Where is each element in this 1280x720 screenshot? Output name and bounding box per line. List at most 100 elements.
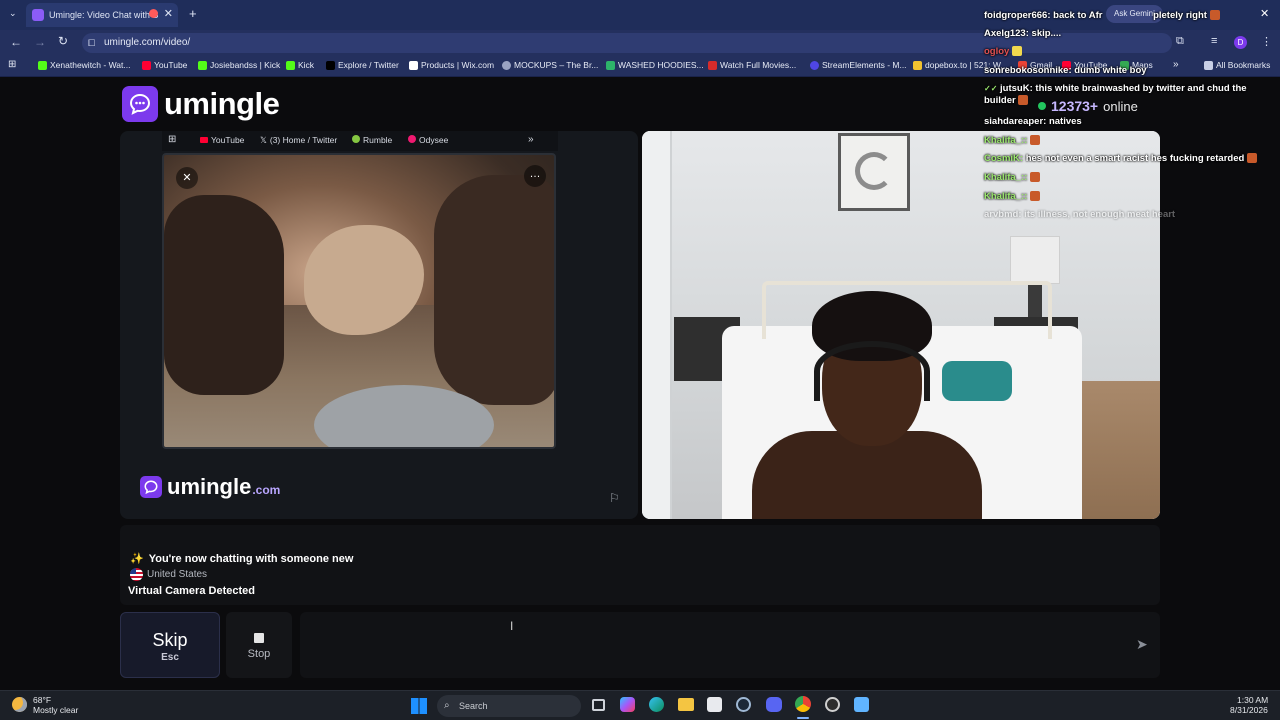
discord-icon[interactable] bbox=[766, 697, 782, 712]
chat-message: Khalifa_:: bbox=[984, 172, 1040, 184]
chat-emote-icon bbox=[1018, 95, 1029, 106]
clip-figure-left bbox=[164, 195, 284, 395]
weather-icon[interactable] bbox=[12, 697, 27, 712]
tab-list-chevron-icon[interactable]: ⌄ bbox=[9, 8, 17, 19]
chat-text: natives bbox=[1048, 116, 1082, 127]
chat-emote-icon bbox=[1209, 10, 1220, 21]
clip-figure-right bbox=[434, 175, 554, 405]
taskbar-search-placeholder: Search bbox=[459, 701, 488, 711]
kick-icon bbox=[38, 60, 47, 70]
tab-umingle[interactable]: Umingle: Video Chat with S ✕ bbox=[26, 3, 178, 27]
watermark-suffix: .com bbox=[252, 483, 281, 497]
chat-text: skip.... bbox=[1031, 28, 1062, 39]
clip-more-icon: … bbox=[524, 165, 546, 187]
odysee-icon bbox=[408, 135, 416, 143]
skip-label: Skip bbox=[152, 630, 188, 650]
clock-date: 8/31/2026 bbox=[1230, 705, 1268, 715]
clock-time: 1:30 AM bbox=[1237, 695, 1269, 705]
site-info-icon[interactable]: ⧠ bbox=[88, 33, 95, 53]
bookmark-5[interactable]: Products | Wix.com bbox=[409, 60, 494, 70]
stream-chat-overlay: foidgroper666: back to Afr pletely right… bbox=[984, 0, 1280, 230]
chat-text: hes not even a smart racist hes fucking … bbox=[1025, 153, 1245, 164]
stop-label: Stop bbox=[247, 648, 271, 660]
status-new-chat-text: You're now chatting with someone new bbox=[148, 552, 354, 565]
store-icon[interactable] bbox=[707, 697, 722, 712]
message-input[interactable]: I ➤ bbox=[300, 612, 1160, 678]
chrome-icon[interactable] bbox=[795, 696, 811, 712]
copilot-icon[interactable] bbox=[620, 697, 635, 712]
chat-emote-icon bbox=[1246, 153, 1257, 164]
stop-square-icon bbox=[254, 633, 264, 643]
bookmark-1[interactable]: YouTube bbox=[142, 60, 187, 70]
task-view-icon[interactable] bbox=[592, 699, 605, 711]
chat-message: siahdareaper: natives bbox=[984, 116, 1082, 128]
windows-start-icon[interactable] bbox=[411, 698, 427, 714]
headphones bbox=[814, 341, 930, 401]
app-icon[interactable] bbox=[854, 697, 869, 712]
chat-text: its illness, not enough meat heart bbox=[1024, 209, 1176, 220]
text-cursor-icon: I bbox=[510, 619, 514, 633]
lamp bbox=[1010, 236, 1060, 284]
chat-status-panel: ✨ You're now chatting with someone new U… bbox=[120, 525, 1160, 605]
tab-title: Umingle: Video Chat with S bbox=[49, 10, 159, 20]
bookmark-7[interactable]: WASHED HOODIES... bbox=[606, 60, 704, 70]
mini-tab-twitter: 𝕏 (3) Home / Twitter bbox=[260, 135, 338, 145]
x-twitter-icon bbox=[326, 60, 335, 70]
report-flag-icon[interactable]: ⚐ bbox=[609, 491, 620, 505]
mini-overflow-icon: » bbox=[528, 134, 534, 145]
stop-button[interactable]: Stop bbox=[226, 612, 292, 678]
chat-username: Khalifa_:: bbox=[984, 172, 1028, 183]
bookmark-6[interactable]: MOCKUPS – The Br... bbox=[502, 60, 598, 70]
bookmark-0[interactable]: Xenathewitch - Wat... bbox=[38, 60, 130, 70]
embedded-clip: ✕ … bbox=[162, 153, 556, 449]
country-text: United States bbox=[147, 569, 208, 580]
bookmark-9[interactable]: StreamElements - M... bbox=[810, 60, 907, 70]
chat-username: jutsuK: bbox=[1000, 83, 1033, 94]
chat-username: ogloy bbox=[984, 46, 1010, 57]
mini-tab-odysee: Odysee bbox=[408, 135, 448, 145]
status-country: United States bbox=[130, 568, 207, 581]
rumble-icon bbox=[352, 135, 360, 143]
send-icon[interactable]: ➤ bbox=[1136, 636, 1148, 653]
steam-icon[interactable] bbox=[736, 697, 751, 712]
screen-share-bar: ⊞ YouTube 𝕏 (3) Home / Twitter Rumble Ody… bbox=[162, 131, 558, 151]
watermark-text: umingle bbox=[167, 474, 252, 499]
bookmark-4[interactable]: Explore / Twitter bbox=[326, 60, 399, 70]
back-icon[interactable]: ← bbox=[10, 35, 22, 49]
taskbar-search[interactable]: ⌕ Search bbox=[437, 695, 581, 717]
file-explorer-icon[interactable] bbox=[678, 698, 694, 711]
chat-message: ✓✓ jutsuK: this white brainwashed by twi… bbox=[984, 83, 1254, 107]
weather-temp: 68°F bbox=[33, 695, 52, 705]
kick-icon bbox=[198, 60, 207, 70]
dopebox-icon bbox=[913, 60, 922, 70]
chat-text-tail: pletely right bbox=[1153, 10, 1207, 21]
globe-icon bbox=[502, 60, 511, 70]
reload-icon[interactable]: ↻ bbox=[58, 34, 68, 48]
wall-art bbox=[838, 133, 910, 211]
edge-icon[interactable] bbox=[649, 697, 664, 712]
chat-message: ogloy bbox=[984, 46, 1022, 58]
new-tab-icon[interactable]: + bbox=[189, 6, 197, 21]
youtube-icon bbox=[200, 137, 208, 143]
streamelements-icon bbox=[810, 60, 819, 70]
wix-icon bbox=[409, 60, 418, 70]
windows-taskbar: 68°F Mostly clear ⌕ Search 1:30 AM 8/31/… bbox=[0, 690, 1280, 720]
bookmark-3[interactable]: Kick bbox=[286, 60, 314, 70]
obs-icon[interactable] bbox=[825, 697, 840, 712]
forward-icon[interactable]: → bbox=[34, 35, 46, 49]
umingle-logo[interactable]: umingle bbox=[122, 86, 280, 122]
apps-grid-icon[interactable]: ⊞ bbox=[8, 59, 16, 70]
sparkles-icon: ✨ bbox=[130, 553, 144, 565]
chat-message: Axelg123: skip.... bbox=[984, 28, 1061, 40]
skip-button[interactable]: Skip Esc bbox=[120, 612, 220, 678]
bookmark-8[interactable]: Watch Full Movies... bbox=[708, 60, 796, 70]
chat-username: Khalifa_:: bbox=[984, 191, 1028, 202]
stranger-video: ⊞ YouTube 𝕏 (3) Home / Twitter Rumble Ody… bbox=[120, 131, 638, 519]
tab-audio-icon bbox=[149, 9, 158, 18]
chat-message: Khalifa_:: bbox=[984, 135, 1040, 147]
bookmark-2[interactable]: Josiebandss | Kick bbox=[198, 60, 280, 70]
chat-emote-icon bbox=[1011, 46, 1022, 57]
chat-text: dumb white boy bbox=[1074, 65, 1147, 76]
tab-close-icon[interactable]: ✕ bbox=[164, 7, 173, 20]
chat-text: back to Afr bbox=[1053, 10, 1103, 21]
